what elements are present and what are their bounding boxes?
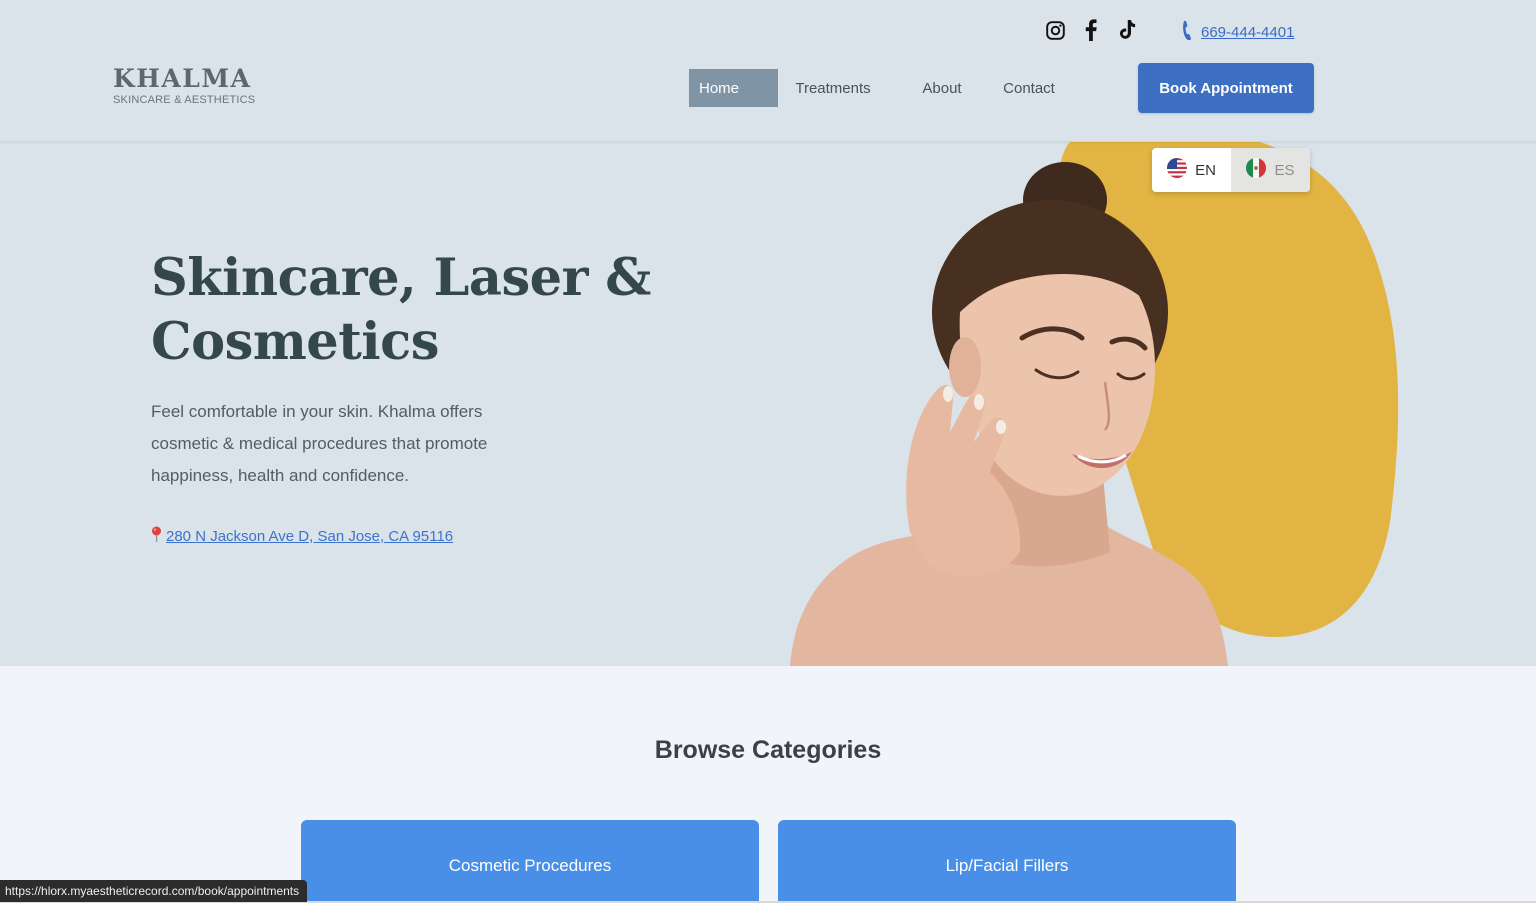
hero-description: Feel comfortable in your skin. Khalma of… — [151, 402, 488, 485]
mx-flag-icon — [1246, 158, 1267, 182]
lang-option-en[interactable]: EN — [1152, 148, 1231, 192]
nav-about[interactable]: About — [903, 69, 981, 107]
logo[interactable]: KHALMA SKINCARE & AESTHETICS — [113, 64, 256, 107]
map-pin-icon — [151, 526, 162, 546]
phone-link[interactable]: 669-444-4401 — [1201, 24, 1294, 41]
category-card-cosmetic-procedures[interactable]: Cosmetic Procedures — [301, 820, 759, 903]
lang-option-es[interactable]: ES — [1231, 148, 1310, 192]
main-nav: Home Treatments About Contact — [689, 69, 1077, 107]
categories-title: Browse Categories — [654, 736, 882, 764]
lang-label-es: ES — [1274, 161, 1295, 179]
hero-title-line-2: Cosmetics — [151, 312, 439, 372]
social-links — [1044, 18, 1138, 42]
hero-model-image — [790, 142, 1399, 666]
tiktok-icon[interactable] — [1116, 18, 1138, 42]
facebook-icon[interactable] — [1080, 18, 1102, 42]
logo-subtitle: SKINCARE & AESTHETICS — [113, 94, 256, 106]
nav-treatments[interactable]: Treatments — [778, 69, 888, 107]
nav-home[interactable]: Home — [689, 69, 778, 107]
logo-title: KHALMA — [113, 64, 252, 93]
category-card-lip-facial-fillers[interactable]: Lip/Facial Fillers — [778, 820, 1236, 903]
hero-section: Skincare, Laser & Cosmetics Feel comfort… — [0, 142, 1536, 666]
phone-contact: 669-444-4401 — [1181, 20, 1294, 45]
book-appointment-button[interactable]: Book Appointment — [1138, 63, 1314, 113]
phone-icon — [1181, 20, 1193, 45]
address: 280 N Jackson Ave D, San Jose, CA 95116 — [151, 526, 453, 546]
site-header: KHALMA SKINCARE & AESTHETICS 669-444-440… — [0, 0, 1536, 142]
browser-status-url: https://hlorx.myaestheticrecord.com/book… — [0, 880, 308, 902]
hero-title: Skincare, Laser & Cosmetics — [151, 246, 671, 374]
hero-title-line-1: Skincare, Laser & — [151, 248, 651, 308]
nav-contact[interactable]: Contact — [981, 69, 1077, 107]
us-flag-icon — [1167, 158, 1188, 182]
lang-label-en: EN — [1195, 161, 1216, 179]
address-link[interactable]: 280 N Jackson Ave D, San Jose, CA 95116 — [166, 528, 453, 545]
instagram-icon[interactable] — [1044, 18, 1066, 42]
language-switcher: EN ES — [1152, 148, 1310, 192]
